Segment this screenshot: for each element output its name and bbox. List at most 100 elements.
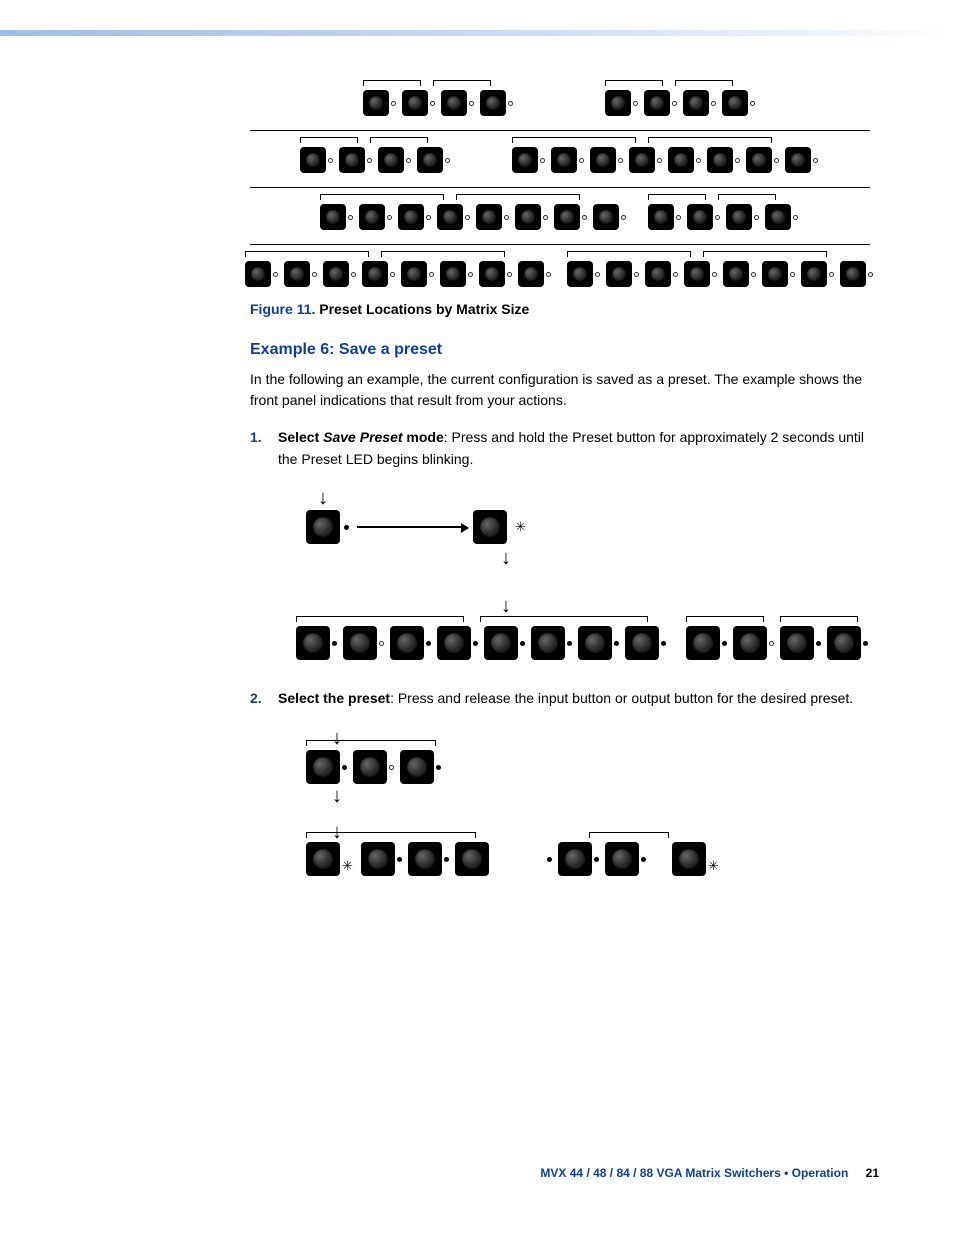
panel-button xyxy=(300,147,326,173)
led-indicator xyxy=(426,215,431,220)
footer-text: MVX 44 / 48 / 84 / 88 VGA Matrix Switche… xyxy=(540,1166,848,1180)
panel-button xyxy=(518,261,544,287)
panel-button xyxy=(668,147,694,173)
panel-button xyxy=(590,147,616,173)
panel-button xyxy=(687,204,713,230)
panel-button xyxy=(402,90,428,116)
figure-number: Figure 11. xyxy=(250,301,315,317)
panel-button xyxy=(296,626,330,660)
led-indicator xyxy=(634,272,639,277)
panel-button xyxy=(746,147,772,173)
panel-button xyxy=(726,204,752,230)
led-indicator xyxy=(444,857,449,862)
led-indicator xyxy=(618,158,623,163)
led-indicator xyxy=(633,101,638,106)
led-indicator xyxy=(473,641,478,646)
panel-button xyxy=(323,261,349,287)
led-indicator xyxy=(391,101,396,106)
led-indicator xyxy=(445,158,450,163)
led-indicator xyxy=(520,641,525,646)
panel-button xyxy=(390,626,424,660)
arrow-down-icon: ↓ xyxy=(318,488,870,508)
button-group xyxy=(300,147,452,173)
panel-button xyxy=(644,90,670,116)
preset-button xyxy=(306,510,340,544)
button-group xyxy=(320,204,628,230)
panel-button xyxy=(441,90,467,116)
led-indicator xyxy=(426,641,431,646)
panel-button xyxy=(683,90,709,116)
led-indicator xyxy=(751,272,756,277)
panel-button xyxy=(645,261,671,287)
led-indicator xyxy=(344,525,349,530)
led-indicator xyxy=(676,215,681,220)
panel-button xyxy=(840,261,866,287)
button-group xyxy=(648,204,800,230)
button-group xyxy=(567,261,875,287)
panel-button xyxy=(567,261,593,287)
panel-button xyxy=(359,204,385,230)
led-indicator xyxy=(657,158,662,163)
button-group xyxy=(605,90,757,116)
panel-button xyxy=(606,261,632,287)
button-group xyxy=(512,147,820,173)
led-indicator xyxy=(790,272,795,277)
panel-button xyxy=(353,750,387,784)
button-group xyxy=(306,750,870,784)
panel-button xyxy=(320,204,346,230)
divider xyxy=(250,130,870,131)
panel-button xyxy=(578,626,612,660)
led-indicator xyxy=(547,857,552,862)
step-number: 1. xyxy=(250,427,262,449)
led-indicator xyxy=(673,272,678,277)
panel-button xyxy=(408,842,442,876)
panel-button xyxy=(531,626,565,660)
panel-button xyxy=(440,261,466,287)
arrow-down-icon: ↓ xyxy=(501,596,870,616)
led-indicator xyxy=(579,158,584,163)
panel-button xyxy=(480,90,506,116)
led-indicator xyxy=(546,272,551,277)
panel-button xyxy=(780,626,814,660)
led-indicator xyxy=(829,272,834,277)
panel-button xyxy=(827,626,861,660)
led-indicator xyxy=(379,641,384,646)
panel-button xyxy=(363,90,389,116)
step-lead-suffix: mode xyxy=(403,429,444,445)
panel-button xyxy=(684,261,710,287)
led-indicator xyxy=(504,215,509,220)
panel-button xyxy=(762,261,788,287)
panel-button xyxy=(362,261,388,287)
step-tail: : Press and release the input button or … xyxy=(390,690,853,706)
divider xyxy=(250,187,870,188)
panel-button xyxy=(398,204,424,230)
panel-button xyxy=(339,147,365,173)
led-indicator xyxy=(465,215,470,220)
led-indicator xyxy=(696,158,701,163)
led-indicator xyxy=(722,641,727,646)
button-group xyxy=(686,626,870,660)
led-indicator xyxy=(711,101,716,106)
led-indicator xyxy=(273,272,278,277)
blink-icon: ✳︎ xyxy=(342,856,353,876)
panel-button xyxy=(551,147,577,173)
arrow-down-icon: ↓ xyxy=(332,786,870,806)
led-indicator xyxy=(712,272,717,277)
step-2-diagram: ↓ ↓ ↓ ✳︎ xyxy=(306,728,870,876)
led-indicator xyxy=(469,101,474,106)
led-indicator xyxy=(614,641,619,646)
divider xyxy=(250,244,870,245)
led-indicator xyxy=(868,272,873,277)
panel-button xyxy=(554,204,580,230)
led-indicator xyxy=(661,641,666,646)
panel-button xyxy=(605,842,639,876)
panel-button xyxy=(629,147,655,173)
example-heading: Example 6: Save a preset xyxy=(250,341,870,359)
panel-button xyxy=(558,842,592,876)
panel-button xyxy=(476,204,502,230)
led-indicator xyxy=(429,272,434,277)
figure-caption: Figure 11. Preset Locations by Matrix Si… xyxy=(250,301,870,317)
panel-button xyxy=(455,842,489,876)
panel-button xyxy=(785,147,811,173)
button-group: ✳︎ xyxy=(549,842,719,876)
